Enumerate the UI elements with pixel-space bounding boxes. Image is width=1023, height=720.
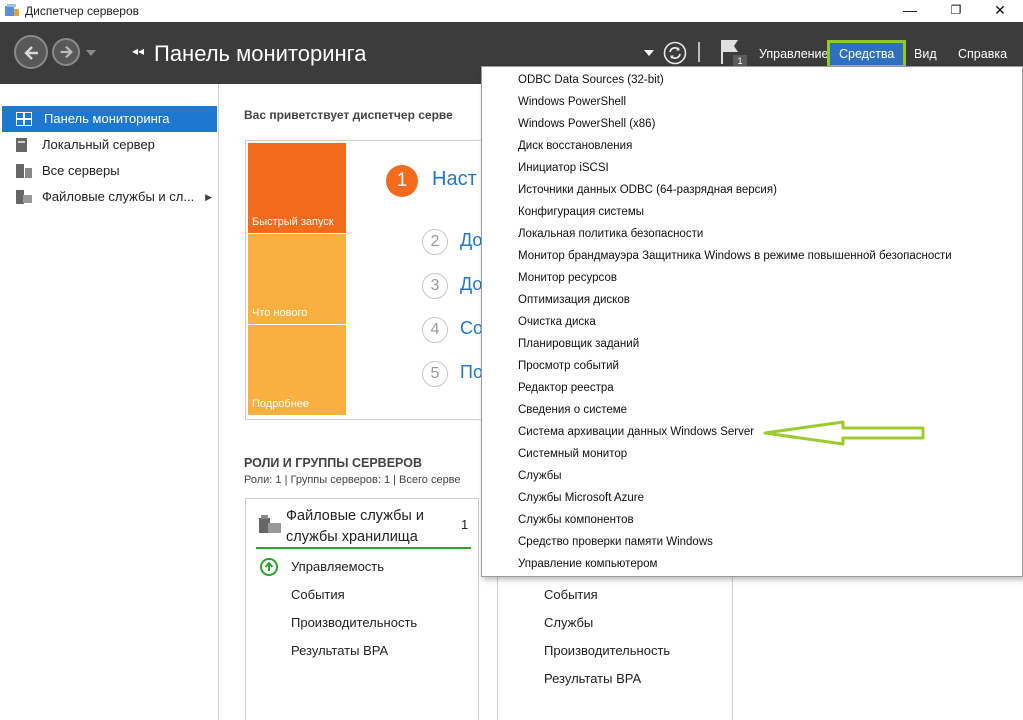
menu-item-local-security-policy[interactable]: Локальная политика безопасности	[482, 223, 1022, 245]
menu-item-powershell-x86[interactable]: Windows PowerShell (x86)	[482, 113, 1022, 135]
server-icon	[16, 138, 27, 152]
roles-summary: Роли: 1 | Группы серверов: 1 | Всего сер…	[244, 474, 461, 486]
menu-item-odbc-64[interactable]: Источники данных ODBC (64-разрядная верс…	[482, 179, 1022, 201]
step-number: 4	[422, 317, 448, 343]
menu-item-performance-monitor[interactable]: Системный монитор	[482, 443, 1022, 465]
sidebar-item-dashboard[interactable]: Панель мониторинга	[2, 106, 217, 132]
sidebar: Панель мониторинга Локальный сервер Все …	[0, 84, 219, 720]
step-link[interactable]: По	[460, 362, 483, 383]
step-link[interactable]: Наст	[432, 168, 477, 191]
menu-tools[interactable]: Средства	[827, 40, 907, 68]
step-number: 3	[422, 273, 448, 299]
menu-item-memory-diagnostic[interactable]: Средство проверки памяти Windows	[482, 531, 1022, 553]
sidebar-item-label: Все серверы	[42, 163, 120, 178]
card-row-manageability[interactable]: Управляемость	[291, 559, 384, 574]
role-card-title[interactable]: Файловые службы и службы хранилища	[286, 506, 456, 548]
status-ok-icon	[260, 558, 278, 576]
breadcrumb-arrows[interactable]: ◂◂	[132, 44, 144, 58]
tile-learn-more[interactable]: Подробнее	[248, 325, 346, 415]
sidebar-item-label: Локальный сервер	[42, 137, 155, 152]
minimize-button[interactable]: —	[887, 0, 933, 22]
step-number: 5	[422, 361, 448, 387]
server-manager-icon	[5, 4, 19, 16]
servers-icon	[16, 164, 32, 178]
welcome-heading: Вас приветствует диспетчер серве	[244, 108, 453, 122]
back-button[interactable]	[14, 35, 48, 69]
tile-label: Что нового	[252, 307, 308, 319]
chevron-down-icon[interactable]	[644, 50, 654, 56]
refresh-icon[interactable]	[663, 41, 687, 65]
menu-view[interactable]: Вид	[906, 40, 945, 68]
menu-item-component-services[interactable]: Службы компонентов	[482, 509, 1022, 531]
step-link[interactable]: До	[460, 274, 482, 295]
step-link[interactable]: Со	[460, 318, 483, 339]
sidebar-item-file-services[interactable]: Файловые службы и сл... ▶	[0, 184, 218, 210]
card-row-performance[interactable]: Производительность	[291, 615, 417, 630]
file-services-icon	[259, 515, 281, 533]
step-number: 2	[422, 229, 448, 255]
sidebar-item-label: Файловые службы и сл...	[42, 189, 195, 204]
sidebar-item-label: Панель мониторинга	[44, 111, 170, 126]
tile-whats-new[interactable]: Что нового	[248, 234, 346, 324]
menu-item-disk-cleanup[interactable]: Очистка диска	[482, 311, 1022, 333]
status-line	[256, 547, 471, 549]
menu-item-powershell[interactable]: Windows PowerShell	[482, 91, 1022, 113]
tile-label: Быстрый запуск	[252, 216, 334, 228]
card-row-events[interactable]: События	[291, 587, 345, 602]
restore-button[interactable]: ❐	[933, 0, 979, 22]
forward-button[interactable]	[52, 38, 80, 66]
menu-item-optimize-drives[interactable]: Оптимизация дисков	[482, 289, 1022, 311]
window-title: Диспетчер серверов	[25, 4, 140, 18]
tools-dropdown-menu: ODBC Data Sources (32-bit) Windows Power…	[481, 66, 1023, 577]
arrow-left-icon	[24, 46, 38, 60]
menu-manage[interactable]: Управление	[751, 40, 837, 68]
card-row-services[interactable]: Службы	[544, 615, 593, 630]
menu-item-resource-monitor[interactable]: Монитор ресурсов	[482, 267, 1022, 289]
server-manager-window: Диспетчер серверов — ❐ ✕ ◂◂ Панель монит…	[0, 0, 1023, 720]
menu-item-services[interactable]: Службы	[482, 465, 1022, 487]
role-card-count: 1	[461, 517, 469, 532]
step-number: 1	[386, 165, 418, 197]
dashboard-icon	[16, 112, 32, 126]
role-card-file-services[interactable]: Файловые службы и службы хранилища 1 Упр…	[245, 498, 479, 720]
card-row-bpa[interactable]: Результаты BPA	[544, 671, 641, 686]
tile-label: Подробнее	[252, 398, 310, 410]
header-separator	[698, 42, 700, 62]
menu-item-recovery-drive[interactable]: Диск восстановления	[482, 135, 1022, 157]
arrow-right-icon	[60, 45, 73, 59]
sidebar-item-local-server[interactable]: Локальный сервер	[0, 132, 218, 158]
expand-arrow-icon[interactable]: ▶	[205, 184, 212, 210]
menu-item-windows-server-backup[interactable]: Система архивации данных Windows Server	[482, 421, 1022, 443]
menu-item-firewall-advanced[interactable]: Монитор брандмауэра Защитника Windows в …	[482, 245, 1022, 267]
menu-help[interactable]: Справка	[950, 40, 1015, 68]
menu-item-iscsi-initiator[interactable]: Инициатор iSCSI	[482, 157, 1022, 179]
file-services-icon	[16, 190, 32, 204]
page-title: Панель мониторинга	[154, 41, 367, 66]
annotation-arrow-icon	[763, 420, 925, 446]
menu-item-computer-management[interactable]: Управление компьютером	[482, 553, 1022, 575]
tile-quick-start[interactable]: Быстрый запуск	[248, 143, 346, 233]
menu-item-system-information[interactable]: Сведения о системе	[482, 399, 1022, 421]
card-row-bpa[interactable]: Результаты BPA	[291, 643, 388, 658]
title-bar: Диспетчер серверов — ❐ ✕	[0, 0, 1023, 22]
menu-item-system-configuration[interactable]: Конфигурация системы	[482, 201, 1022, 223]
menu-item-azure-services[interactable]: Службы Microsoft Azure	[482, 487, 1022, 509]
menu-item-event-viewer[interactable]: Просмотр событий	[482, 355, 1022, 377]
close-button[interactable]: ✕	[977, 0, 1023, 22]
card-row-events[interactable]: События	[544, 587, 598, 602]
menu-item-task-scheduler[interactable]: Планировщик заданий	[482, 333, 1022, 355]
history-dropdown-icon[interactable]	[86, 50, 96, 56]
roles-section-title: РОЛИ И ГРУППЫ СЕРВЕРОВ	[244, 456, 422, 470]
step-link[interactable]: До	[460, 230, 482, 251]
menu-item-odbc-32[interactable]: ODBC Data Sources (32-bit)	[482, 69, 1022, 91]
sidebar-item-all-servers[interactable]: Все серверы	[0, 158, 218, 184]
card-row-performance[interactable]: Производительность	[544, 643, 670, 658]
menu-item-registry-editor[interactable]: Редактор реестра	[482, 377, 1022, 399]
